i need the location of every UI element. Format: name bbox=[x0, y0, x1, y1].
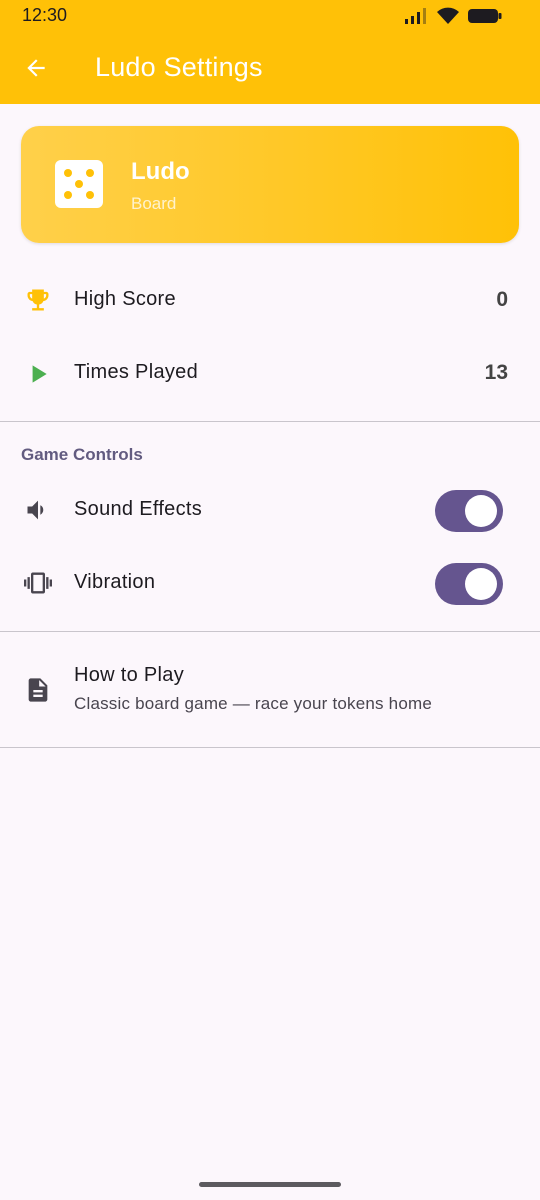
volume-icon bbox=[22, 474, 54, 546]
back-button[interactable] bbox=[18, 50, 54, 86]
game-subtitle: Board bbox=[131, 194, 177, 213]
stat-row-high-score: High Score 0 bbox=[0, 264, 540, 336]
play-icon bbox=[22, 338, 54, 410]
toggle-knob bbox=[465, 495, 497, 527]
vibration-label: Vibration bbox=[74, 571, 156, 593]
arrow-back-icon bbox=[27, 59, 45, 77]
section-title-game-controls: Game Controls bbox=[21, 445, 143, 464]
sound-effects-label: Sound Effects bbox=[74, 498, 203, 520]
divider bbox=[0, 747, 540, 748]
signal-icon bbox=[405, 8, 426, 24]
vibration-toggle[interactable] bbox=[435, 563, 503, 605]
times-played-label: Times Played bbox=[74, 361, 199, 383]
toggle-knob bbox=[465, 568, 497, 600]
setting-row-vibration[interactable]: Vibration bbox=[0, 547, 540, 619]
home-indicator[interactable] bbox=[199, 1182, 341, 1187]
high-score-value: 0 bbox=[496, 288, 508, 311]
document-icon bbox=[22, 640, 54, 740]
status-time: 12:30 bbox=[22, 5, 68, 25]
app-bar: 12:30 Ludo Settings bbox=[0, 0, 540, 104]
divider bbox=[0, 421, 540, 422]
setting-row-sound-effects[interactable]: Sound Effects bbox=[0, 474, 540, 546]
how-to-play-title: How to Play bbox=[74, 664, 185, 686]
toolbar: Ludo Settings bbox=[0, 36, 540, 100]
high-score-label: High Score bbox=[74, 288, 176, 310]
divider bbox=[0, 631, 540, 632]
trophy-icon bbox=[22, 264, 54, 336]
stat-row-times-played: Times Played 13 bbox=[0, 338, 540, 410]
status-icons bbox=[404, 6, 502, 26]
game-title: Ludo bbox=[131, 158, 190, 185]
vibration-icon bbox=[22, 547, 54, 619]
game-header-card: Ludo Board bbox=[21, 126, 519, 243]
how-to-play-description: Classic board game — race your tokens ho… bbox=[74, 694, 433, 713]
page-title: Ludo Settings bbox=[95, 52, 263, 82]
status-bar: 12:30 bbox=[0, 0, 540, 32]
battery-icon bbox=[468, 9, 502, 23]
sound-effects-toggle[interactable] bbox=[435, 490, 503, 532]
times-played-value: 13 bbox=[484, 361, 508, 384]
wifi-icon bbox=[437, 7, 459, 24]
dice-icon bbox=[55, 160, 103, 208]
how-to-play-row[interactable]: How to Play bbox=[0, 640, 540, 740]
